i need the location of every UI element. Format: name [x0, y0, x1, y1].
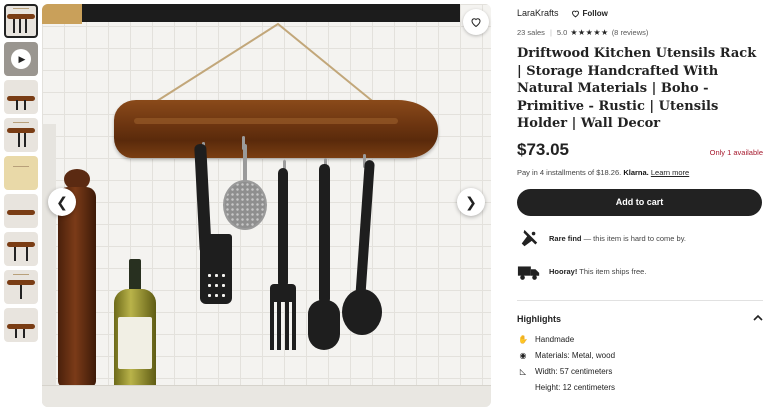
thumbnail-7[interactable] — [4, 232, 38, 266]
star-rating-icon: ★★★★★ — [570, 27, 609, 37]
klarna-logo: Klarna. — [623, 167, 649, 177]
highlight-item: ◺ Width: 57 centimeters — [517, 364, 763, 380]
shop-name-link[interactable]: LaraKrafts — [517, 8, 559, 18]
chevron-right-icon: ❯ — [465, 193, 477, 210]
reviews-link[interactable]: (8 reviews) — [612, 28, 649, 37]
handmade-icon: ✋ — [518, 335, 528, 344]
heart-icon — [471, 18, 481, 28]
chevron-up-icon — [753, 314, 763, 324]
highlight-item: ◉ Materials: Metal, wood — [517, 348, 763, 364]
rare-find-notice: Rare find — this item is hard to come by… — [517, 229, 763, 249]
shop-stats: 23 sales | 5.0 ★★★★★ (8 reviews) — [517, 27, 649, 37]
add-to-cart-button[interactable]: Add to cart — [517, 188, 762, 216]
highlight-item: ✋ Handmade — [518, 335, 575, 344]
highlights-toggle[interactable]: Highlights — [517, 314, 763, 324]
learn-more-link[interactable]: Learn more — [651, 168, 689, 177]
highlights-list: ✋ Handmade ◉ Materials: Metal, wood ◺ Wi… — [517, 332, 763, 396]
materials-icon: ◉ — [519, 351, 527, 360]
thumbnail-4[interactable] — [4, 118, 38, 152]
favorite-button[interactable] — [463, 9, 489, 35]
product-details-panel: LaraKrafts Follow 23 sales | 5.0 ★★★★★ (… — [517, 4, 763, 396]
play-icon: ▶ — [11, 49, 31, 69]
sales-count: 23 sales — [517, 27, 545, 37]
highlights-heading: Highlights — [517, 313, 561, 324]
thumbnail-video[interactable]: ▶ — [4, 42, 38, 76]
rare-find-icon — [517, 229, 541, 249]
product-price: $73.05 — [517, 139, 569, 159]
thumbnail-9[interactable] — [4, 308, 38, 342]
free-shipping-notice: Hooray! This item ships free. — [517, 262, 763, 282]
installments-info: Pay in 4 installments of $18.26. Klarna.… — [517, 167, 690, 177]
thumbnail-1[interactable] — [4, 4, 38, 38]
delivery-truck-icon — [517, 262, 541, 282]
follow-label: Follow — [582, 8, 608, 18]
thumbnail-6[interactable] — [4, 194, 38, 228]
highlight-item: Height: 12 centimeters — [535, 383, 616, 392]
heart-outline-icon — [571, 10, 579, 17]
thumbnail-strip: ▶ — [4, 4, 38, 346]
next-image-button[interactable]: ❯ — [457, 188, 485, 216]
ruler-icon: ◺ — [519, 367, 527, 376]
stock-badge: Only 1 available — [709, 147, 763, 157]
rating-value: 5.0 — [556, 27, 568, 37]
thumbnail-3[interactable] — [4, 80, 38, 114]
product-main-image[interactable] — [42, 4, 491, 407]
previous-image-button[interactable]: ❮ — [48, 188, 76, 216]
chevron-left-icon: ❮ — [56, 193, 68, 210]
skimmer-ladle — [223, 180, 267, 230]
thumbnail-5[interactable] — [4, 156, 38, 190]
serving-fork — [278, 168, 288, 288]
follow-shop-button[interactable]: Follow — [571, 9, 608, 18]
thumbnail-8[interactable] — [4, 270, 38, 304]
product-title: Driftwood Kitchen Utensils Rack | Storag… — [517, 46, 757, 131]
driftwood-rack — [114, 100, 438, 158]
pasta-server — [319, 164, 330, 304]
